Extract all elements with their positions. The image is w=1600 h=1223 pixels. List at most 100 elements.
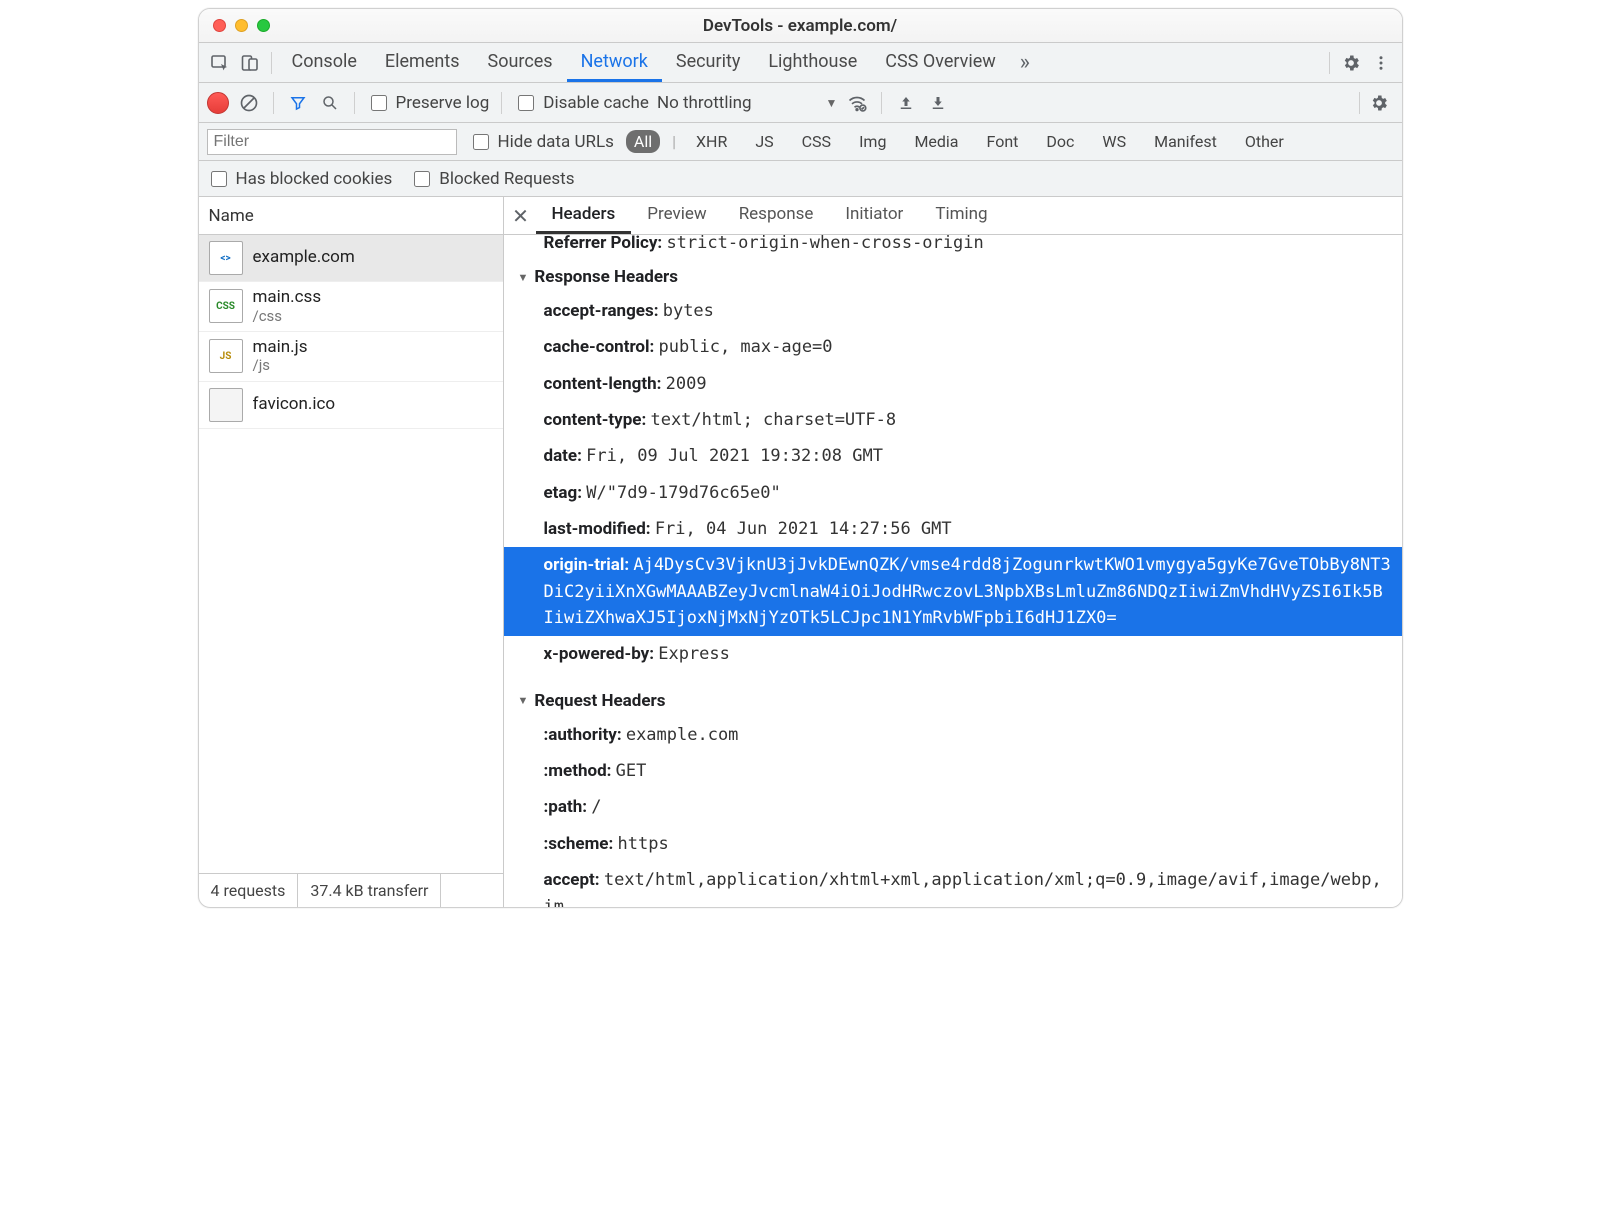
request-path: /css	[253, 308, 322, 325]
header-key: cache-control:	[544, 337, 655, 357]
status-bar: 4 requests 37.4 kB transferr	[199, 873, 503, 907]
detail-tab-response[interactable]: Response	[723, 197, 830, 234]
kebab-menu-icon[interactable]	[1366, 48, 1396, 78]
close-icon[interactable]	[213, 19, 226, 32]
header-row[interactable]: :authority: example.com	[514, 717, 1392, 753]
detail-tab-headers[interactable]: Headers	[536, 197, 632, 234]
upload-har-icon[interactable]	[894, 91, 918, 115]
preserve-log-checkbox[interactable]: Preserve log	[367, 92, 490, 114]
request-list-panel: Name <>example.comCSSmain.css/cssJSmain.…	[199, 197, 504, 907]
maximize-icon[interactable]	[257, 19, 270, 32]
blocked-requests-label: Blocked Requests	[439, 169, 574, 189]
request-row[interactable]: <>example.com	[199, 235, 503, 282]
status-requests: 4 requests	[199, 874, 299, 907]
header-row[interactable]: :method: GET	[514, 753, 1392, 789]
header-value: example.com	[626, 725, 739, 745]
tab-network[interactable]: Network	[567, 43, 662, 82]
blank-file-icon	[209, 388, 243, 422]
type-filter-media[interactable]: Media	[906, 130, 966, 153]
settings-gear-icon[interactable]	[1336, 48, 1366, 78]
header-row[interactable]: :path: /	[514, 789, 1392, 825]
header-row[interactable]: cache-control: public, max-age=0	[514, 329, 1392, 365]
download-har-icon[interactable]	[926, 91, 950, 115]
filter-funnel-icon[interactable]	[286, 91, 310, 115]
detail-tab-initiator[interactable]: Initiator	[829, 197, 919, 234]
type-filter-img[interactable]: Img	[851, 130, 894, 153]
more-tabs-icon[interactable]: »	[1010, 50, 1040, 75]
separator	[271, 52, 272, 74]
header-value: GET	[616, 761, 647, 781]
headers-body[interactable]: Referrer Policy: strict-origin-when-cros…	[504, 235, 1402, 907]
request-headers-title[interactable]: ▼ Request Headers	[514, 685, 1392, 717]
header-key: content-type:	[544, 410, 647, 430]
inspect-element-icon[interactable]	[205, 48, 235, 78]
network-conditions-icon[interactable]	[845, 91, 869, 115]
name-column-header[interactable]: Name	[199, 197, 503, 235]
blocked-requests-checkbox[interactable]: Blocked Requests	[410, 168, 574, 190]
detail-tabstrip: ✕ HeadersPreviewResponseInitiatorTiming	[504, 197, 1402, 235]
response-headers-section: ▼ Response Headers accept-ranges: bytesc…	[504, 255, 1402, 679]
detail-tab-preview[interactable]: Preview	[631, 197, 722, 234]
header-value: https	[618, 834, 669, 854]
record-button[interactable]	[207, 92, 229, 114]
disable-cache-checkbox[interactable]: Disable cache	[514, 92, 649, 114]
separator	[273, 92, 274, 114]
tab-security[interactable]: Security	[662, 43, 754, 82]
header-row[interactable]: :scheme: https	[514, 826, 1392, 862]
has-blocked-cookies-checkbox[interactable]: Has blocked cookies	[207, 168, 393, 190]
close-detail-icon[interactable]: ✕	[506, 201, 536, 231]
header-row[interactable]: accept-ranges: bytes	[514, 293, 1392, 329]
filter-input[interactable]	[207, 129, 457, 155]
type-filter-doc[interactable]: Doc	[1038, 130, 1082, 153]
clear-icon[interactable]	[237, 91, 261, 115]
tab-css-overview[interactable]: CSS Overview	[871, 43, 1010, 82]
header-row[interactable]: x-powered-by: Express	[514, 636, 1392, 672]
css-file-icon: CSS	[209, 289, 243, 323]
detail-tab-timing[interactable]: Timing	[919, 197, 1003, 234]
network-settings-gear-icon[interactable]	[1364, 88, 1394, 118]
response-headers-title[interactable]: ▼ Response Headers	[514, 261, 1392, 293]
header-value: Express	[658, 644, 730, 664]
tab-console[interactable]: Console	[278, 43, 371, 82]
js-file-icon: JS	[209, 339, 243, 373]
header-value: public, max-age=0	[659, 337, 833, 357]
header-key: origin-trial:	[544, 555, 630, 575]
type-filter-other[interactable]: Other	[1237, 130, 1292, 153]
header-key: x-powered-by:	[544, 644, 655, 664]
header-row[interactable]: content-type: text/html; charset=UTF-8	[514, 402, 1392, 438]
device-toolbar-icon[interactable]	[235, 48, 265, 78]
type-filter-css[interactable]: CSS	[794, 130, 839, 153]
request-row[interactable]: CSSmain.css/css	[199, 282, 503, 332]
has-blocked-cookies-label: Has blocked cookies	[236, 169, 393, 189]
throttling-dropdown[interactable]: No throttling ▼	[657, 93, 837, 113]
header-row[interactable]: date: Fri, 09 Jul 2021 19:32:08 GMT	[514, 438, 1392, 474]
minimize-icon[interactable]	[235, 19, 248, 32]
network-toolbar: Preserve log Disable cache No throttling…	[199, 83, 1402, 123]
tab-sources[interactable]: Sources	[474, 43, 567, 82]
separator	[501, 92, 502, 114]
request-row[interactable]: JSmain.js/js	[199, 332, 503, 382]
header-row[interactable]: accept: text/html,application/xhtml+xml,…	[514, 862, 1392, 907]
request-list: <>example.comCSSmain.css/cssJSmain.js/js…	[199, 235, 503, 873]
traffic-lights	[213, 19, 270, 32]
type-filter-js[interactable]: JS	[747, 130, 781, 153]
type-filter-all[interactable]: All	[626, 130, 660, 153]
header-key: :authority:	[544, 725, 622, 745]
tab-elements[interactable]: Elements	[371, 43, 474, 82]
header-row[interactable]: etag: W/"7d9-179d76c65e0"	[514, 475, 1392, 511]
header-row[interactable]: content-length: 2009	[514, 366, 1392, 402]
type-filter-manifest[interactable]: Manifest	[1146, 130, 1225, 153]
header-key: etag:	[544, 483, 583, 503]
type-filter-font[interactable]: Font	[979, 130, 1027, 153]
header-row[interactable]: origin-trial: Aj4DysCv3VjknU3jJvkDEwnQZK…	[504, 547, 1402, 636]
type-filter-xhr[interactable]: XHR	[688, 130, 735, 153]
header-row[interactable]: last-modified: Fri, 04 Jun 2021 14:27:56…	[514, 511, 1392, 547]
hide-data-urls-checkbox[interactable]: Hide data URLs	[469, 131, 614, 153]
header-key: accept:	[544, 870, 600, 890]
header-key: date:	[544, 446, 582, 466]
type-filter-ws[interactable]: WS	[1094, 130, 1134, 153]
search-icon[interactable]	[318, 91, 342, 115]
tab-lighthouse[interactable]: Lighthouse	[754, 43, 871, 82]
type-filter-group: All|XHRJSCSSImgMediaFontDocWSManifestOth…	[626, 130, 1292, 153]
request-row[interactable]: favicon.ico	[199, 382, 503, 429]
